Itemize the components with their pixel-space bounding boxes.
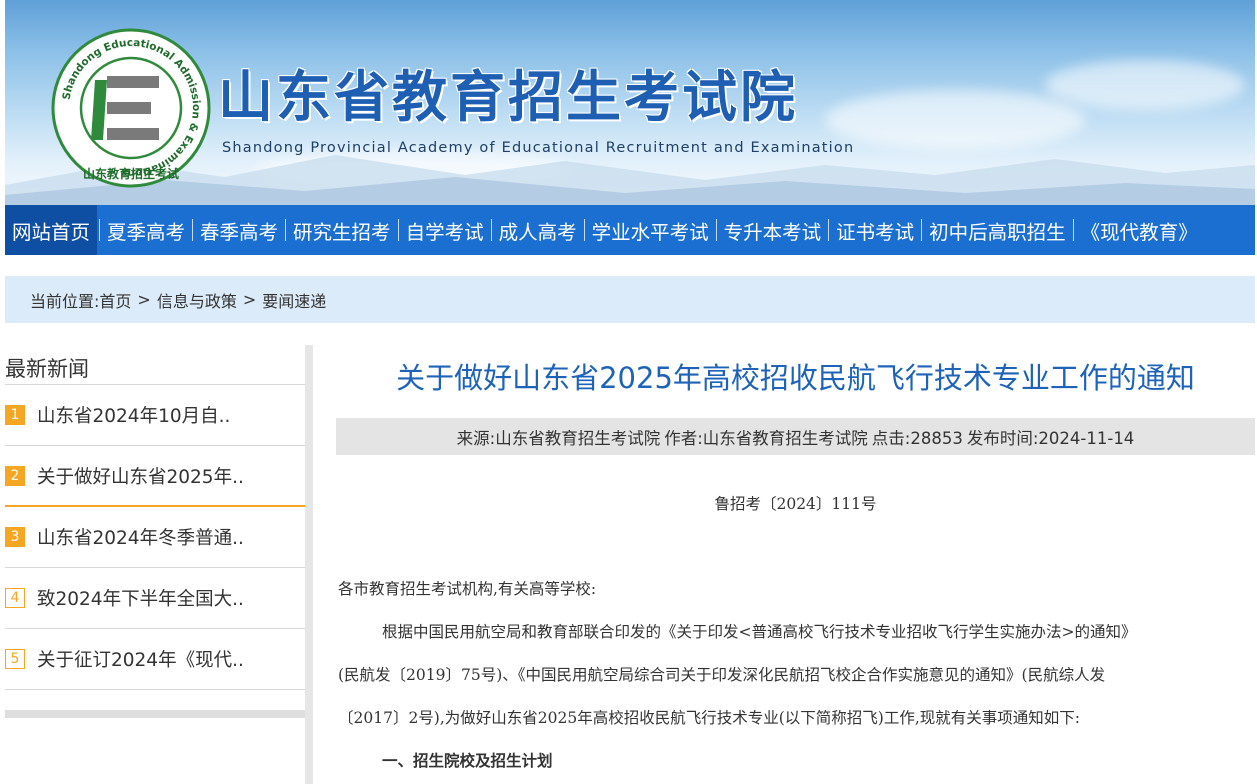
breadcrumb-news-link[interactable]: 要闻速递 xyxy=(262,288,326,312)
breadcrumb: 当前位置: 首页 > 信息与政策 > 要闻速递 xyxy=(5,276,1255,323)
nav-item-adult-exam[interactable]: 成人高考 xyxy=(494,205,582,255)
nav-item-modern-education[interactable]: 《现代教育》 xyxy=(1076,205,1203,255)
breadcrumb-separator: > xyxy=(242,290,257,309)
document-number: 鲁招考〔2024〕111号 xyxy=(714,495,877,513)
nav-separator xyxy=(715,219,717,241)
academy-logo[interactable]: Shandong Educational Admission & Examina… xyxy=(51,28,211,188)
article-paragraph-line: 〔2017〕2号),为做好山东省2025年高校招收民航飞行技术专业(以下简称招飞… xyxy=(338,709,1080,727)
nav-separator xyxy=(192,219,194,241)
nav-separator xyxy=(583,219,585,241)
article-title: 关于做好山东省2025年高校招收民航飞行技术专业工作的通知 xyxy=(396,361,1195,395)
news-title[interactable]: 关于做好山东省2025年.. xyxy=(37,463,244,489)
site-subtitle: Shandong Provincial Academy of Education… xyxy=(222,140,855,156)
nav-item-proficiency[interactable]: 学业水平考试 xyxy=(587,205,714,255)
nav-item-summer-gaokao[interactable]: 夏季高考 xyxy=(102,205,190,255)
article-meta: 来源:山东省教育招生考试院 作者:山东省教育招生考试院 点击:28853 发布时… xyxy=(336,418,1255,455)
main-nav: 网站首页 夏季高考 春季高考 研究生招考 自学考试 成人高考 学业水平考试 专升… xyxy=(5,205,1255,255)
rank-badge: 4 xyxy=(5,588,25,608)
logo-cn-text: 山东教育招生考试 xyxy=(83,166,179,181)
rank-badge: 3 xyxy=(5,527,25,547)
nav-item-self-study[interactable]: 自学考试 xyxy=(401,205,489,255)
article-paragraph-line: 根据中国民用航空局和教育部联合印发的《关于印发<普通高校飞行技术专业招收飞行学生… xyxy=(382,623,1137,641)
sidebar-bottom-bar xyxy=(5,710,305,718)
news-title[interactable]: 关于征订2024年《现代.. xyxy=(37,646,244,672)
news-list-item[interactable]: 1 山东省2024年10月自.. xyxy=(5,385,305,446)
site-title: 山东省教育招生考试院 xyxy=(218,65,799,129)
meta-published: 发布时间:2024-11-14 xyxy=(966,428,1135,448)
breadcrumb-separator: > xyxy=(137,290,151,309)
rank-badge: 1 xyxy=(5,405,25,425)
logo-e-mark xyxy=(91,76,159,140)
breadcrumb-home-link[interactable]: 首页 xyxy=(99,288,131,312)
site-header: Shandong Educational Admission & Examina… xyxy=(5,0,1255,205)
rank-badge: 2 xyxy=(5,465,25,486)
breadcrumb-policy-link[interactable]: 信息与政策 xyxy=(157,288,237,312)
news-list-item[interactable]: 2 关于做好山东省2025年.. xyxy=(5,446,305,507)
sidebar-title: 最新新闻 xyxy=(5,345,305,385)
nav-item-postgraduate[interactable]: 研究生招考 xyxy=(288,205,396,255)
article-paragraph-line: (民航发〔2019〕75号)、《中国民用航空局综合司关于印发深化民航招飞校企合作… xyxy=(338,666,1106,684)
nav-separator xyxy=(99,219,101,241)
news-title[interactable]: 致2024年下半年全国大.. xyxy=(37,585,244,611)
meta-author: 作者:山东省教育招生考试院 xyxy=(664,428,868,448)
rank-badge: 5 xyxy=(5,649,25,669)
nav-separator xyxy=(490,219,492,241)
news-list-item[interactable]: 3 山东省2024年冬季普通.. xyxy=(5,507,305,568)
nav-item-certificate[interactable]: 证书考试 xyxy=(831,205,919,255)
content-divider xyxy=(305,345,313,784)
nav-separator xyxy=(285,219,287,241)
article-salutation: 各市教育招生考试机构,有关高等学校: xyxy=(338,580,597,598)
news-list: 1 山东省2024年10月自.. 2 关于做好山东省2025年.. 3 山东省2… xyxy=(5,385,305,690)
meta-clicks: 点击:28853 xyxy=(871,428,963,448)
nav-separator xyxy=(828,219,830,241)
news-title[interactable]: 山东省2024年冬季普通.. xyxy=(37,524,244,550)
section-heading: 一、招生院校及招生计划 xyxy=(382,751,553,770)
header-cloud xyxy=(1045,60,1245,110)
meta-source: 来源:山东省教育招生考试院 xyxy=(456,428,661,448)
nav-item-spring-gaokao[interactable]: 春季高考 xyxy=(195,205,283,255)
nav-separator xyxy=(921,219,923,241)
latest-news-sidebar: 最新新闻 1 山东省2024年10月自.. 2 关于做好山东省2025年.. 3… xyxy=(5,345,305,718)
nav-separator xyxy=(397,219,399,241)
nav-separator xyxy=(1072,219,1074,241)
news-list-item[interactable]: 4 致2024年下半年全国大.. xyxy=(5,568,305,629)
news-title[interactable]: 山东省2024年10月自.. xyxy=(37,402,230,428)
nav-item-upgrade-exam[interactable]: 专升本考试 xyxy=(719,205,827,255)
breadcrumb-prefix: 当前位置: xyxy=(30,291,100,311)
news-list-item[interactable]: 5 关于征订2024年《现代.. xyxy=(5,629,305,690)
nav-item-home[interactable]: 网站首页 xyxy=(5,205,98,255)
nav-item-vocational[interactable]: 初中后高职招生 xyxy=(924,205,1071,255)
